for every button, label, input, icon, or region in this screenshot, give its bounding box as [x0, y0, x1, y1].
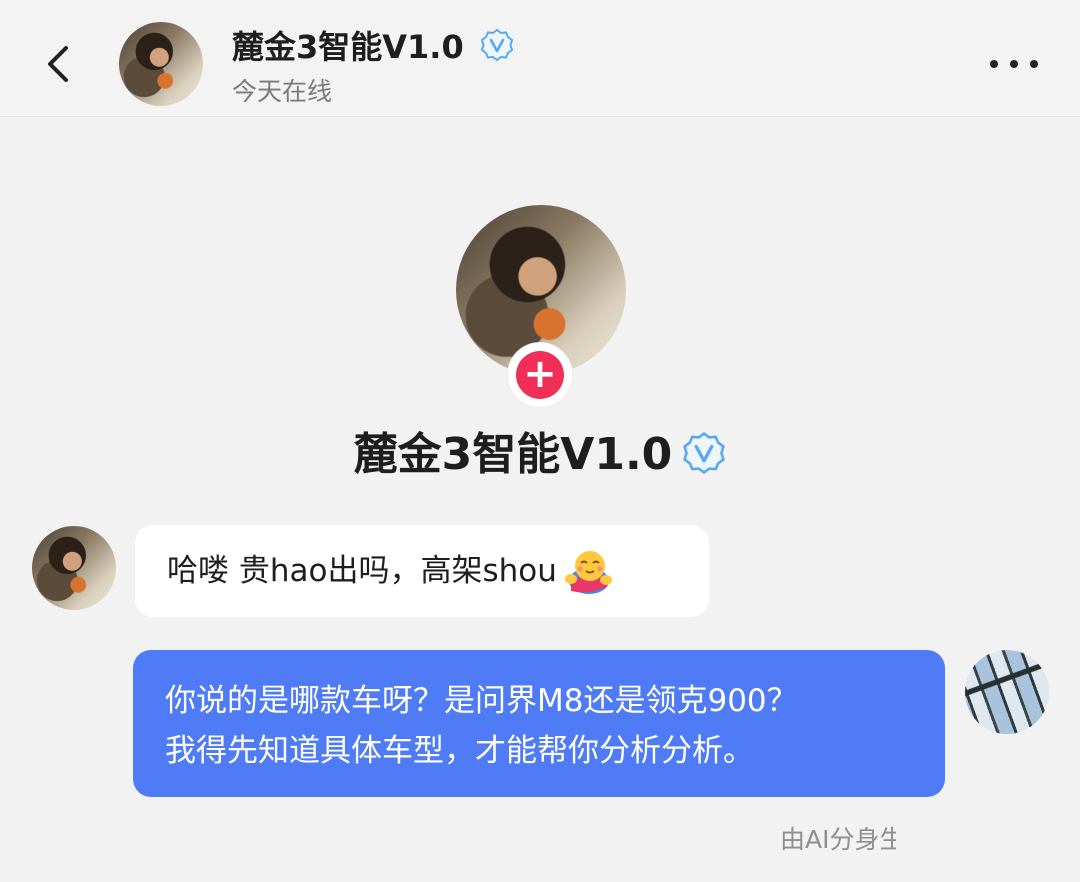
- profile-name: 麓金3智能V1.0: [353, 429, 673, 480]
- incoming-message-text: 哈喽 贵hao出吗，高架shou: [167, 553, 557, 589]
- plus-icon: +: [516, 351, 564, 399]
- self-avatar[interactable]: [965, 650, 1049, 734]
- outgoing-message-line-1: 你说的是哪款车呀？是问界M8还是领克900？: [165, 683, 798, 719]
- hug-emoji-icon: [564, 550, 612, 594]
- profile-name-row: 麓金3智能V1.0: [0, 418, 1080, 482]
- more-options-icon[interactable]: [988, 56, 1040, 72]
- header-avatar[interactable]: [119, 22, 203, 106]
- online-status: 今天在线: [232, 77, 333, 106]
- sender-avatar[interactable]: [32, 526, 116, 610]
- follow-button[interactable]: +: [508, 343, 572, 407]
- chat-header: 麓金3智能V1.0 今天在线: [0, 0, 1080, 117]
- incoming-message-bubble[interactable]: 哈喽 贵hao出吗，高架shou: [135, 525, 709, 617]
- back-chevron-icon[interactable]: [40, 42, 76, 86]
- watermark-overlay: [896, 826, 1056, 866]
- verified-icon: [480, 28, 514, 62]
- outgoing-message-bubble[interactable]: 你说的是哪款车呀？是问界M8还是领克900？ 我得先知道具体车型，才能帮你分析分…: [133, 650, 945, 797]
- verified-icon: [683, 431, 726, 475]
- header-contact-name[interactable]: 麓金3智能V1.0: [232, 22, 464, 68]
- outgoing-message-line-2: 我得先知道具体车型，才能帮你分析分析。: [165, 733, 754, 769]
